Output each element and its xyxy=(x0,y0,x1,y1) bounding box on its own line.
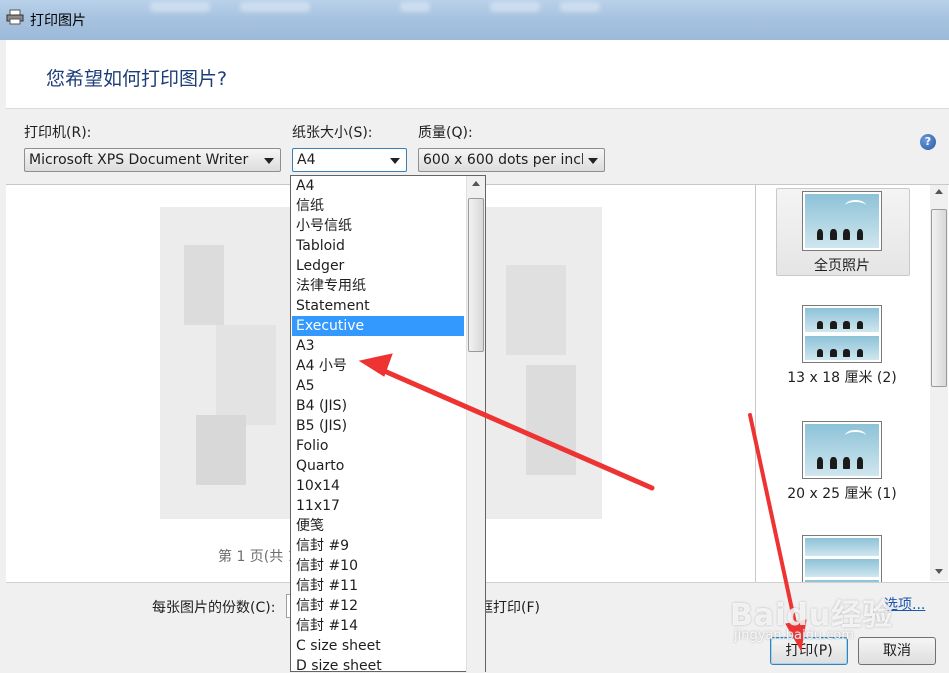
watermark-url: jingyan.baidu.com xyxy=(734,628,854,643)
red-arrow-line xyxy=(379,367,655,491)
annotation-arrows xyxy=(358,353,807,652)
